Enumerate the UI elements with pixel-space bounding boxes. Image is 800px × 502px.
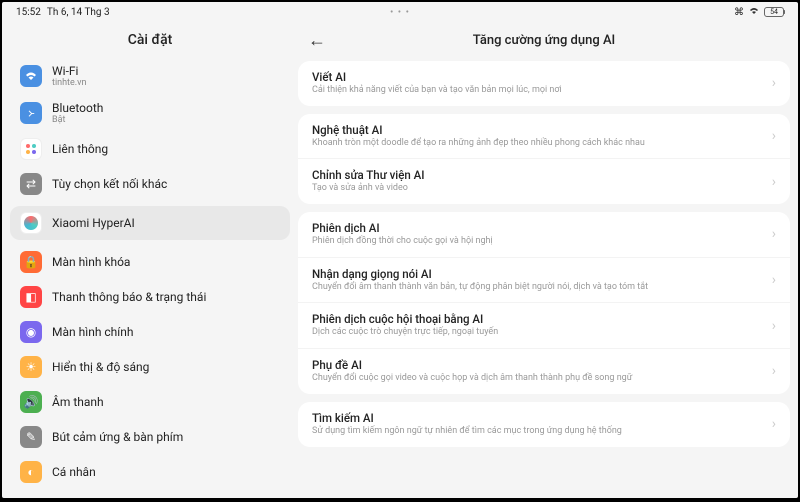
bluetooth-icon: ⌘ bbox=[734, 7, 744, 18]
hyperai-icon bbox=[20, 212, 42, 234]
status-bar: 15:52 Th 6, 14 Thg 3 • • • ⌘ 54 bbox=[2, 2, 798, 22]
sidebar-item-connections[interactable]: ⇄ Tùy chọn kết nối khác bbox=[10, 167, 290, 201]
chevron-right-icon: › bbox=[772, 416, 776, 432]
settings-row[interactable]: Phiên dịch AIPhiên dịch đồng thời cho cu… bbox=[298, 212, 790, 257]
row-desc: Chuyển đổi cuộc gọi video và cuộc họp và… bbox=[312, 373, 772, 385]
chevron-right-icon: › bbox=[772, 272, 776, 288]
sidebar-item-label: Màn hình khóa bbox=[52, 255, 130, 269]
chevron-right-icon: › bbox=[772, 174, 776, 190]
sidebar-item-label: Bluetooth bbox=[52, 101, 103, 115]
sidebar-item-display[interactable]: ☀ Hiển thị & độ sáng bbox=[10, 350, 290, 384]
sidebar-item-sub: tinhte.vn bbox=[52, 78, 86, 88]
bluetooth-icon: ᚛ bbox=[20, 102, 42, 124]
sidebar-item-label: Bút cảm ứng & bàn phím bbox=[52, 430, 183, 444]
settings-row[interactable]: Phiên dịch cuộc hội thoại bằng AIDịch cá… bbox=[298, 302, 790, 348]
row-desc: Tạo và sửa ảnh và video bbox=[312, 183, 772, 195]
settings-row[interactable]: Chỉnh sửa Thư viện AITạo và sửa ảnh và v… bbox=[298, 158, 790, 204]
sidebar-item-interconnect[interactable]: Liên thông bbox=[10, 132, 290, 166]
settings-row[interactable]: Tìm kiếm AISử dụng tìm kiếm ngôn ngữ tự … bbox=[298, 402, 790, 447]
sidebar-item-wifi[interactable]: Wi-Fitinhte.vn bbox=[10, 58, 290, 94]
row-desc: Khoanh tròn một doodle để tạo ra những ả… bbox=[312, 138, 772, 150]
settings-card: Tìm kiếm AISử dụng tìm kiếm ngôn ngữ tự … bbox=[298, 402, 790, 447]
row-title: Nghệ thuật AI bbox=[312, 123, 772, 137]
sidebar-item-home[interactable]: ◉ Màn hình chính bbox=[10, 315, 290, 349]
sidebar-item-label: Wi-Fi bbox=[52, 64, 86, 78]
sidebar-item-label: Xiaomi HyperAI bbox=[52, 216, 135, 230]
settings-card: Nghệ thuật AIKhoanh tròn một doodle để t… bbox=[298, 114, 790, 204]
sidebar-item-notifications[interactable]: ◧ Thanh thông báo & trạng thái bbox=[10, 280, 290, 314]
row-title: Chỉnh sửa Thư viện AI bbox=[312, 168, 772, 182]
display-icon: ☀ bbox=[20, 356, 42, 378]
sidebar-item-personal[interactable]: ◐ Cá nhân bbox=[10, 455, 290, 489]
interconnect-icon bbox=[20, 138, 42, 160]
content-title: Tăng cường ứng dụng AI bbox=[473, 33, 616, 48]
wifi-icon bbox=[20, 65, 42, 87]
status-date: Th 6, 14 Thg 3 bbox=[47, 7, 110, 18]
chevron-right-icon: › bbox=[772, 363, 776, 379]
sidebar-item-stylus[interactable]: ✎ Bút cảm ứng & bàn phím bbox=[10, 420, 290, 454]
settings-row[interactable]: Nhận dạng giọng nói AIChuyển đổi âm than… bbox=[298, 257, 790, 303]
sidebar-item-lockscreen[interactable]: 🔒 Màn hình khóa bbox=[10, 245, 290, 279]
row-title: Phụ đề AI bbox=[312, 358, 772, 372]
back-button[interactable]: ← bbox=[308, 30, 326, 51]
row-title: Tìm kiếm AI bbox=[312, 411, 772, 425]
row-desc: Dịch các cuộc trò chuyện trực tiếp, ngoạ… bbox=[312, 327, 772, 339]
sidebar-item-label: Cá nhân bbox=[52, 465, 96, 479]
sidebar-item-hyperai[interactable]: Xiaomi HyperAI bbox=[10, 206, 290, 240]
stylus-icon: ✎ bbox=[20, 426, 42, 448]
sidebar-item-bluetooth[interactable]: ᚛ BluetoothBật bbox=[10, 95, 290, 131]
sidebar-item-label: Âm thanh bbox=[52, 395, 104, 409]
row-title: Viết AI bbox=[312, 70, 772, 84]
chevron-right-icon: › bbox=[772, 128, 776, 144]
status-time: 15:52 bbox=[16, 7, 41, 18]
content-panel: ← Tăng cường ứng dụng AI Viết AICải thiệ… bbox=[298, 26, 790, 490]
sidebar-item-label: Hiển thị & độ sáng bbox=[52, 360, 149, 374]
row-title: Nhận dạng giọng nói AI bbox=[312, 267, 772, 281]
personal-icon: ◐ bbox=[20, 461, 42, 483]
sidebar-item-label: Màn hình chính bbox=[52, 325, 134, 339]
sound-icon: 🔊 bbox=[20, 391, 42, 413]
settings-card: Phiên dịch AIPhiên dịch đồng thời cho cu… bbox=[298, 212, 790, 394]
connections-icon: ⇄ bbox=[20, 173, 42, 195]
lock-icon: 🔒 bbox=[20, 251, 42, 273]
sidebar-item-label: Liên thông bbox=[52, 142, 108, 156]
home-icon: ◉ bbox=[20, 321, 42, 343]
battery-icon: 54 bbox=[764, 7, 784, 17]
chevron-right-icon: › bbox=[772, 226, 776, 242]
chevron-right-icon: › bbox=[772, 75, 776, 91]
settings-row[interactable]: Phụ đề AIChuyển đổi cuộc gọi video và cu… bbox=[298, 348, 790, 394]
sidebar-item-sound[interactable]: 🔊 Âm thanh bbox=[10, 385, 290, 419]
row-title: Phiên dịch AI bbox=[312, 221, 772, 235]
chevron-right-icon: › bbox=[772, 318, 776, 334]
row-title: Phiên dịch cuộc hội thoại bằng AI bbox=[312, 312, 772, 326]
wifi-icon bbox=[748, 6, 760, 19]
settings-card: Viết AICải thiện khả năng viết của bạn v… bbox=[298, 61, 790, 106]
sidebar: Cài đặt Wi-Fitinhte.vn ᚛ BluetoothBật Li… bbox=[10, 26, 290, 490]
row-desc: Cải thiện khả năng viết của bạn và tạo v… bbox=[312, 85, 772, 97]
settings-row[interactable]: Nghệ thuật AIKhoanh tròn một doodle để t… bbox=[298, 114, 790, 159]
sidebar-item-sub: Bật bbox=[52, 115, 103, 125]
row-desc: Chuyển đổi âm thanh thành văn bản, tự độ… bbox=[312, 282, 772, 294]
settings-row[interactable]: Viết AICải thiện khả năng viết của bạn v… bbox=[298, 61, 790, 106]
row-desc: Phiên dịch đồng thời cho cuộc gọi và hội… bbox=[312, 236, 772, 248]
row-desc: Sử dụng tìm kiếm ngôn ngữ tự nhiên để tì… bbox=[312, 426, 772, 438]
sidebar-item-label: Thanh thông báo & trạng thái bbox=[52, 290, 206, 304]
sidebar-item-label: Tùy chọn kết nối khác bbox=[52, 177, 167, 191]
status-dots: • • • bbox=[390, 7, 410, 18]
sidebar-title: Cài đặt bbox=[10, 26, 290, 58]
notifications-icon: ◧ bbox=[20, 286, 42, 308]
